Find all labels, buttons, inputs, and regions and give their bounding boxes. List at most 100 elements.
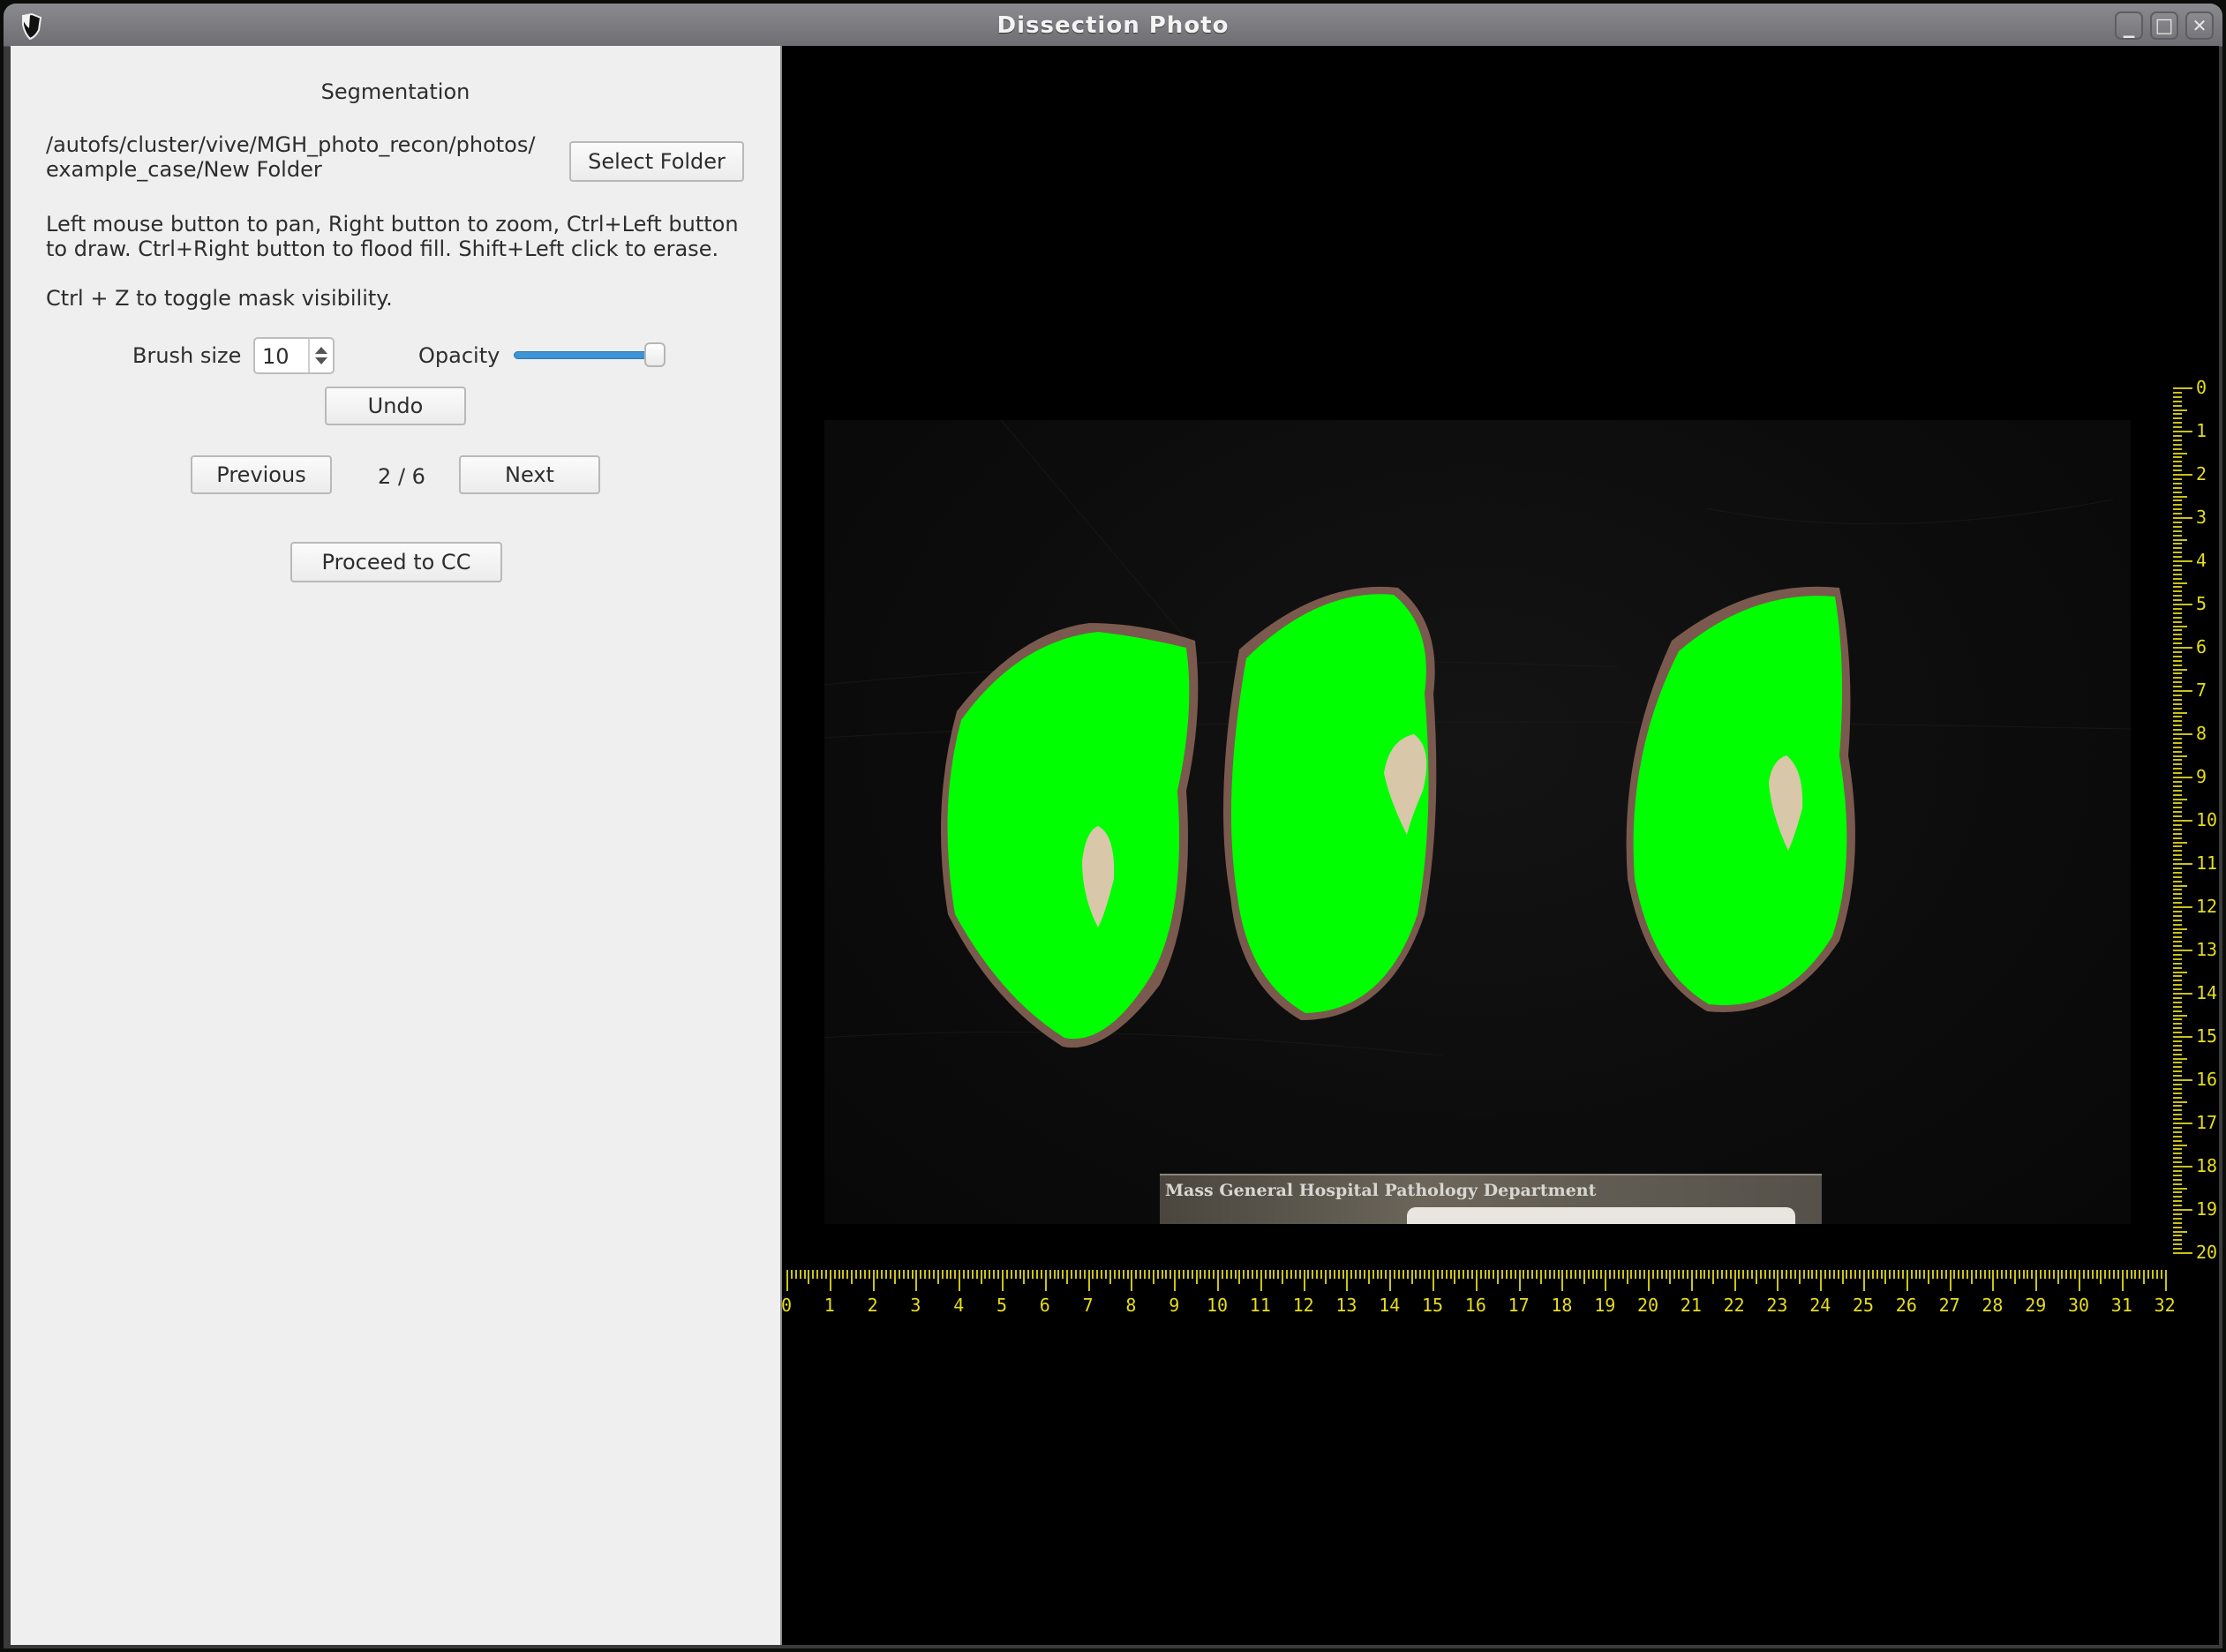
vertical-ruler-tick — [2173, 431, 2192, 432]
opacity-label: Opacity — [418, 343, 500, 368]
vertical-ruler-tick — [2173, 1023, 2182, 1025]
horizontal-ruler-tick — [1846, 1270, 1848, 1279]
vertical-ruler-tick — [2173, 1252, 2192, 1254]
vertical-ruler-tick — [2173, 737, 2182, 740]
horizontal-ruler-tick — [1449, 1270, 1452, 1279]
spin-down-icon[interactable] — [315, 357, 327, 364]
horizontal-ruler-tick — [1359, 1270, 1362, 1279]
vertical-ruler-tick — [2173, 802, 2182, 805]
horizontal-ruler-tick — [1156, 1270, 1159, 1279]
vertical-ruler-tick — [2173, 828, 2182, 830]
vertical-ruler-tick — [2173, 690, 2192, 692]
horizontal-ruler-tick — [1540, 1270, 1542, 1284]
horizontal-ruler-tick — [894, 1270, 896, 1284]
previous-button[interactable]: Previous — [191, 455, 332, 494]
horizontal-ruler-tick — [2095, 1270, 2098, 1279]
horizontal-ruler-tick — [1096, 1270, 1099, 1279]
vertical-ruler-tick — [2173, 413, 2182, 416]
horizontal-ruler-tick — [1428, 1270, 1431, 1279]
vertical-ruler-tick — [2173, 1187, 2187, 1190]
horizontal-ruler-tick — [1944, 1270, 1947, 1279]
vertical-ruler-tick — [2173, 793, 2182, 796]
title-bar[interactable]: Dissection Photo ▁ □ ✕ — [4, 4, 2222, 47]
dissection-photo[interactable]: Mass General Hospital Pathology Departme… — [824, 420, 2131, 1224]
opacity-slider-handle[interactable] — [644, 342, 666, 367]
vertical-ruler-tick — [2173, 785, 2182, 787]
spin-up-icon[interactable] — [315, 347, 327, 354]
vertical-ruler-label: 14 — [2196, 982, 2218, 1003]
close-button[interactable]: ✕ — [2185, 11, 2214, 40]
vertical-ruler-tick — [2173, 474, 2192, 476]
horizontal-ruler-tick — [1798, 1270, 1801, 1284]
horizontal-ruler-tick — [1923, 1270, 1926, 1279]
select-folder-button[interactable]: Select Folder — [569, 141, 744, 182]
horizontal-ruler-tick — [1040, 1270, 1042, 1279]
opacity-slider-track[interactable] — [514, 351, 666, 359]
horizontal-ruler-tick — [1277, 1270, 1280, 1279]
horizontal-ruler-tick — [984, 1270, 987, 1279]
horizontal-ruler-tick — [1454, 1270, 1456, 1284]
vertical-ruler-tick — [2173, 897, 2182, 900]
vertical-ruler-tick — [2173, 543, 2182, 545]
vertical-ruler-tick — [2173, 1196, 2182, 1198]
vertical-ruler-tick — [2173, 1018, 2182, 1021]
horizontal-ruler-tick — [1419, 1270, 1422, 1279]
vertical-ruler-tick — [2173, 1205, 2182, 1207]
spin-arrows[interactable] — [308, 339, 333, 372]
vertical-ruler-tick — [2173, 702, 2182, 705]
proceed-to-cc-button[interactable]: Proceed to CC — [290, 542, 502, 582]
vertical-ruler-tick — [2173, 521, 2182, 523]
horizontal-ruler-tick — [794, 1270, 797, 1279]
vertical-ruler-tick — [2173, 789, 2182, 792]
horizontal-ruler-tick — [1316, 1270, 1319, 1279]
vertical-ruler-tick — [2173, 504, 2182, 507]
horizontal-ruler-tick — [945, 1270, 948, 1279]
undo-button[interactable]: Undo — [325, 387, 466, 425]
horizontal-ruler-tick — [1720, 1270, 1723, 1279]
horizontal-ruler-tick — [890, 1270, 892, 1279]
vertical-ruler-tick — [2173, 1183, 2182, 1185]
horizontal-ruler-tick — [855, 1270, 858, 1279]
opacity-slider[interactable] — [514, 341, 666, 371]
horizontal-ruler-tick — [1260, 1270, 1262, 1291]
horizontal-ruler-tick — [1493, 1270, 1495, 1279]
next-button[interactable]: Next — [459, 455, 600, 494]
maximize-button[interactable]: □ — [2150, 11, 2178, 40]
vertical-ruler-tick — [2173, 629, 2182, 632]
horizontal-ruler-tick — [1751, 1270, 1754, 1279]
horizontal-ruler-tick — [1756, 1270, 1757, 1284]
vertical-ruler-tick — [2173, 491, 2182, 493]
horizontal-ruler-tick — [1832, 1270, 1835, 1279]
vertical-ruler-tick — [2173, 854, 2182, 857]
vertical-ruler-tick — [2173, 1109, 2182, 1112]
vertical-ruler-label: 19 — [2196, 1198, 2218, 1220]
horizontal-ruler-tick — [1101, 1270, 1103, 1279]
horizontal-ruler-label: 25 — [1853, 1295, 1875, 1316]
vertical-ruler-tick — [2173, 845, 2182, 848]
vertical-ruler-tick — [2173, 486, 2182, 489]
horizontal-ruler-tick — [980, 1270, 982, 1284]
horizontal-ruler-tick — [911, 1270, 914, 1279]
horizontal-ruler-tick — [1204, 1270, 1207, 1279]
horizontal-ruler-tick — [808, 1270, 810, 1284]
brush-size-value[interactable]: 10 — [262, 344, 290, 369]
horizontal-ruler-tick — [1733, 1270, 1736, 1291]
horizontal-ruler-tick — [1591, 1270, 1594, 1279]
vertical-ruler-tick — [2173, 941, 2182, 943]
horizontal-ruler-tick — [1523, 1270, 1525, 1279]
horizontal-ruler-tick — [1690, 1270, 1693, 1291]
horizontal-ruler-tick — [2160, 1270, 2162, 1279]
image-viewer[interactable]: Mass General Hospital Pathology Departme… — [780, 46, 2219, 1645]
vertical-ruler-tick — [2173, 1040, 2182, 1042]
horizontal-ruler-tick — [1445, 1270, 1448, 1279]
horizontal-ruler-tick — [2013, 1270, 2016, 1284]
horizontal-ruler-tick — [1023, 1270, 1026, 1284]
horizontal-ruler-tick — [1139, 1270, 1142, 1279]
horizontal-ruler-tick — [898, 1270, 900, 1279]
horizontal-ruler-tick — [2070, 1270, 2072, 1279]
horizontal-ruler-tick — [1144, 1270, 1147, 1279]
brush-size-spinbox[interactable]: 10 — [253, 337, 335, 374]
horizontal-ruler-tick — [1174, 1270, 1177, 1291]
horizontal-ruler-tick — [1940, 1270, 1943, 1279]
minimize-button[interactable]: ▁ — [2115, 11, 2143, 40]
